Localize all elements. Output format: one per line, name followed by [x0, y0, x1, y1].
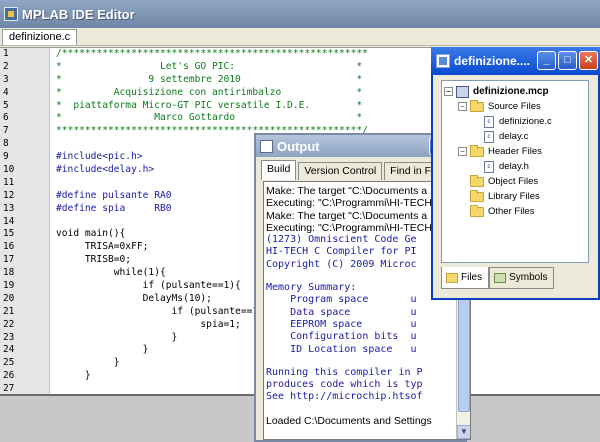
close-icon[interactable]: ✕ — [579, 51, 598, 70]
line-number: 8 — [3, 138, 9, 150]
line-number: 12 — [3, 189, 15, 201]
line-number: 11 — [3, 176, 15, 188]
project-window: definizione.... _ □ ✕ − definizione.mcp − S… — [431, 47, 600, 300]
line-number: 24 — [3, 344, 15, 356]
folder-icon — [470, 189, 484, 202]
output-title: Output — [277, 138, 320, 154]
tree-item[interactable]: c definizione.c — [444, 114, 588, 129]
line-number: 20 — [3, 292, 15, 304]
tree-item[interactable]: − Header Files — [444, 144, 588, 159]
collapse-icon[interactable]: − — [458, 102, 467, 111]
line-number: 2 — [3, 60, 9, 72]
project-title-bar[interactable]: definizione.... _ □ ✕ — [431, 47, 600, 75]
folder-icon — [470, 99, 484, 112]
file-tab[interactable]: definizione.c — [2, 29, 78, 45]
tree-item-label: Source Files — [488, 101, 541, 112]
tree-item-label: Library Files — [488, 191, 540, 202]
output-tab-build[interactable]: Build — [261, 160, 297, 180]
line-number-gutter: 1 2 3 4 5 6 7 8 9 10 11 12 13 14 15 16 17 18 19 20 21 22 23 24 2… — [0, 48, 50, 394]
output-line: EEPROM space u — [266, 318, 417, 330]
line-number: 18 — [3, 267, 15, 279]
line-number: 25 — [3, 357, 15, 369]
output-line: Configuration bits u — [266, 331, 417, 343]
mplab-app-icon — [4, 7, 18, 21]
line-number: 23 — [3, 331, 15, 343]
tab-symbols[interactable]: Symbols — [489, 267, 555, 289]
line-number: 9 — [3, 151, 9, 163]
tree-item[interactable]: Object Files — [444, 174, 588, 189]
collapse-icon[interactable]: − — [458, 147, 467, 156]
line-number: 14 — [3, 215, 15, 227]
folder-icon — [470, 144, 484, 157]
editor-title-bar[interactable]: MPLAB IDE Editor — [0, 0, 600, 28]
output-line: Running this compiler in P — [266, 366, 423, 378]
minimize-icon[interactable]: _ — [537, 51, 556, 70]
output-line: Data space u — [266, 306, 417, 318]
tree-item-label: Object Files — [488, 176, 539, 187]
editor-title: MPLAB IDE Editor — [22, 6, 135, 22]
collapse-icon[interactable]: − — [444, 87, 453, 96]
output-window-icon — [260, 139, 273, 153]
line-number: 6 — [3, 112, 9, 124]
tab-symbols-label: Symbols — [509, 272, 548, 283]
line-number: 27 — [3, 383, 15, 395]
project-tree[interactable]: − definizione.mcp − Source Files c definizion… — [441, 80, 589, 263]
tree-item[interactable]: Other Files — [444, 204, 588, 219]
line-number: 15 — [3, 228, 15, 240]
output-line: ********** Build successful! ********** — [266, 438, 470, 439]
line-number: 26 — [3, 370, 15, 382]
scroll-down-icon[interactable]: ▼ — [457, 425, 470, 439]
tab-files-label: Files — [461, 271, 483, 283]
file-icon: c — [484, 160, 494, 173]
project-window-icon — [436, 54, 450, 68]
line-number: 21 — [3, 305, 15, 317]
tree-item[interactable]: − Source Files — [444, 99, 588, 114]
line-number: 17 — [3, 254, 15, 266]
output-line: See http://microchip.htsof — [266, 391, 423, 403]
tree-item[interactable]: c delay.h — [444, 159, 588, 174]
tree-item-label: definizione.c — [499, 116, 552, 127]
line-number: 16 — [3, 241, 15, 253]
line-number: 4 — [3, 86, 9, 98]
project-icon — [456, 85, 469, 98]
tab-files[interactable]: Files — [441, 267, 490, 289]
tree-item-label: Header Files — [488, 146, 542, 157]
tree-item[interactable]: Library Files — [444, 189, 588, 204]
symbols-icon — [494, 273, 507, 283]
editor-tab-strip: definizione.c — [0, 28, 600, 46]
files-icon — [446, 272, 458, 283]
maximize-icon[interactable]: □ — [558, 51, 577, 70]
folder-icon — [470, 204, 484, 217]
project-tabs: Files Symbols — [441, 267, 555, 289]
output-line: produces code which is typ — [266, 379, 423, 391]
output-line: ID Location space u — [266, 343, 417, 355]
output-tab-version-control[interactable]: Version Control — [298, 162, 383, 180]
project-title: definizione.... — [454, 54, 531, 68]
tree-item-label: delay.c — [499, 131, 529, 142]
file-icon: c — [484, 115, 494, 128]
output-line: Loaded C:\Documents and Settings — [266, 414, 432, 427]
line-number: 19 — [3, 280, 15, 292]
tree-item[interactable]: c delay.c — [444, 129, 588, 144]
tree-item[interactable]: − definizione.mcp — [444, 84, 588, 99]
line-number: 3 — [3, 73, 9, 85]
line-number: 7 — [3, 125, 9, 137]
line-number: 22 — [3, 318, 15, 330]
file-icon: c — [484, 130, 494, 143]
tree-item-label: Other Files — [488, 206, 535, 217]
folder-icon — [470, 174, 484, 187]
line-number: 1 — [3, 48, 9, 59]
tree-item-label: definizione.mcp — [473, 86, 549, 97]
line-number: 10 — [3, 164, 15, 176]
line-number: 13 — [3, 202, 15, 214]
tree-item-label: delay.h — [499, 161, 529, 172]
line-number: 5 — [3, 99, 9, 111]
